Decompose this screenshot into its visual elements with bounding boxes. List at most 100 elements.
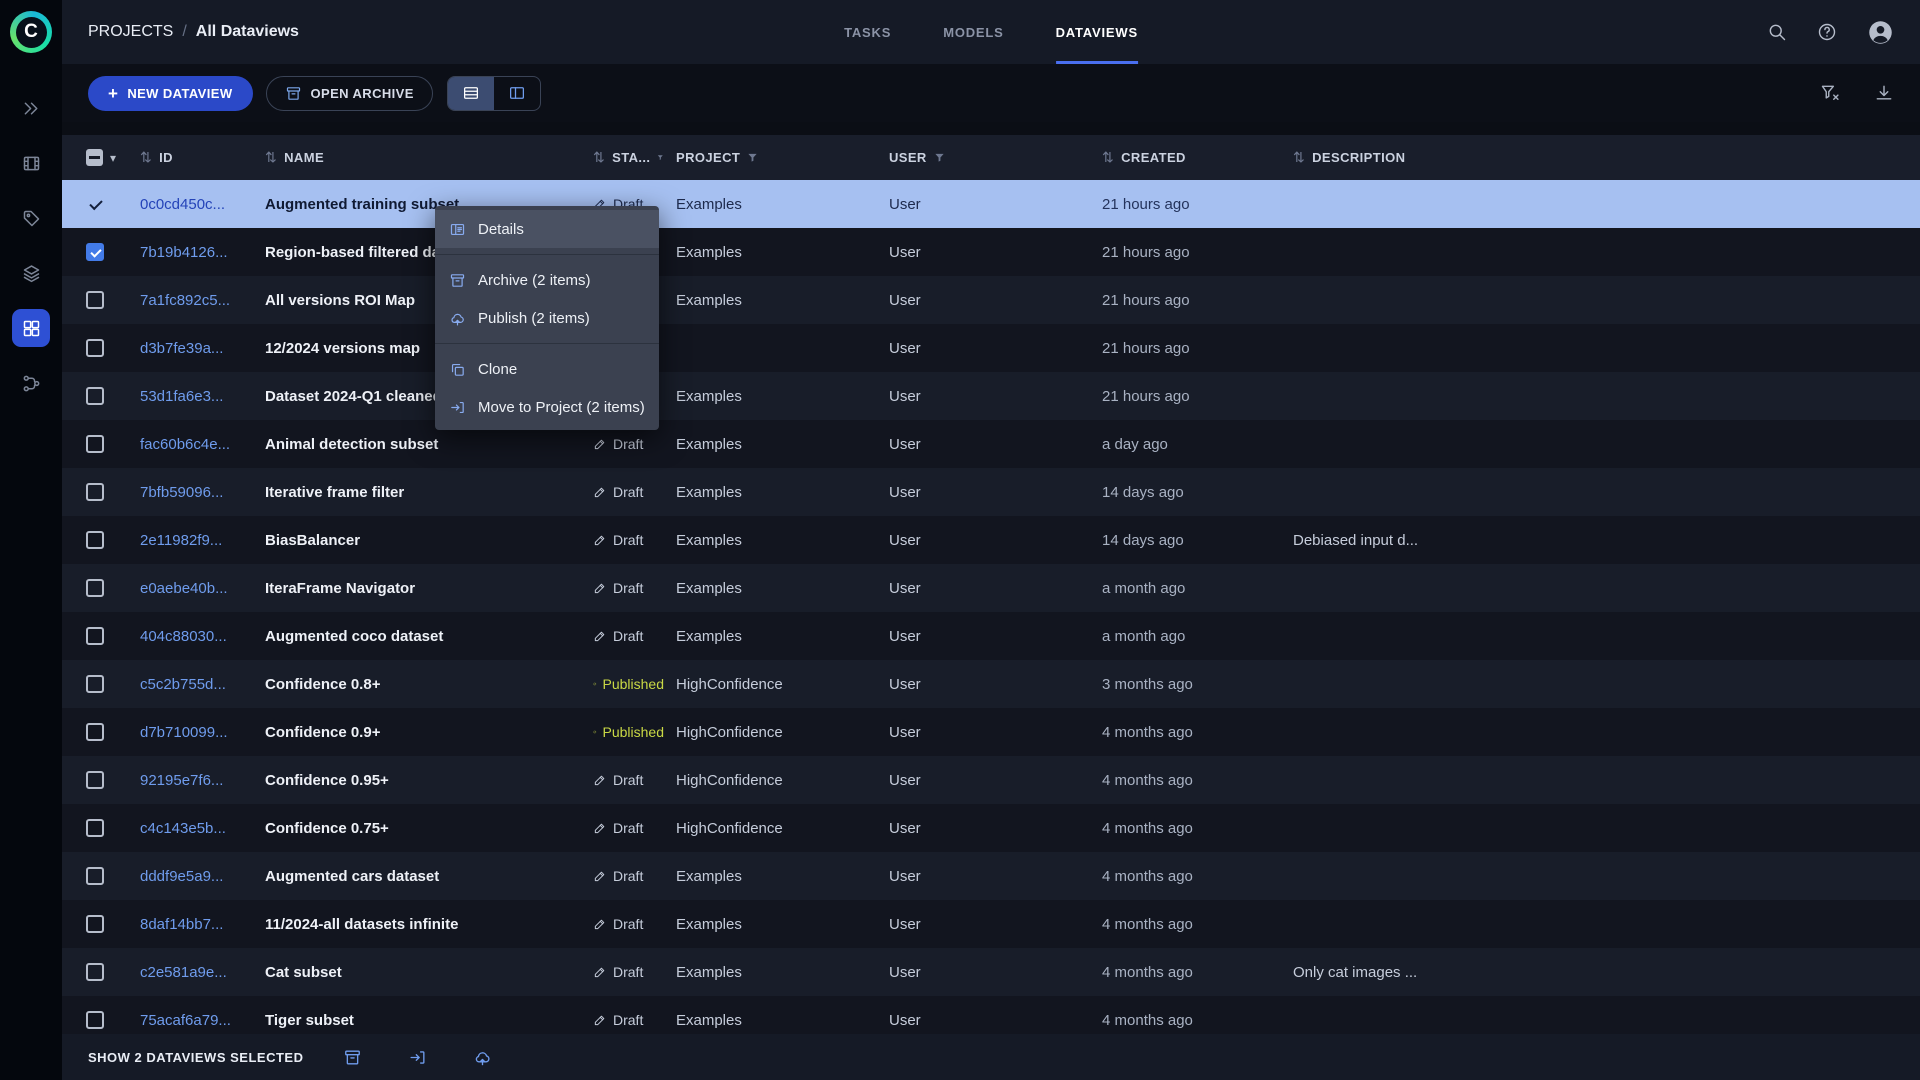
menu-item-publish[interactable]: Publish (2 items) [435, 299, 659, 337]
row-checkbox[interactable] [86, 723, 104, 741]
split-view-toggle[interactable] [494, 77, 540, 110]
sort-icon: ⇅ [140, 149, 153, 165]
menu-divider [435, 254, 659, 255]
table-row[interactable]: 7bfb59096... Iterative frame filter Draft E… [62, 468, 1920, 516]
table-row[interactable]: fac60b6c4e... Animal detection subset Draf… [62, 420, 1920, 468]
row-checkbox[interactable] [86, 627, 104, 645]
row-checkbox[interactable] [86, 675, 104, 693]
table-row[interactable]: 92195e7f6... Confidence 0.95+ Draft HighCon… [62, 756, 1920, 804]
table-row[interactable]: d3b7fe39a...12/2024 versions mapDraftUse… [62, 324, 1920, 372]
row-checkbox[interactable] [86, 867, 104, 885]
sidebar-item-projects[interactable] [12, 89, 50, 127]
row-checkbox[interactable] [86, 387, 104, 405]
table-row[interactable]: dddf9e5a9... Augmented cars dataset Draft E… [62, 852, 1920, 900]
table-row[interactable]: 404c88030... Augmented coco dataset Draft E… [62, 612, 1920, 660]
sidebar-nav [12, 89, 50, 402]
pencil-icon [593, 581, 607, 595]
row-checkbox[interactable] [86, 771, 104, 789]
help-icon[interactable] [1817, 22, 1837, 42]
row-checkbox[interactable] [86, 819, 104, 837]
pencil-icon [593, 869, 607, 883]
menu-item-clone[interactable]: Clone [435, 350, 659, 388]
table-row[interactable]: 53d1fa6e3...Dataset 2024-Q1 cleanedDraft… [62, 372, 1920, 420]
sidebar-item-annotations[interactable] [12, 199, 50, 237]
row-checkbox[interactable] [86, 435, 104, 453]
clearml-logo[interactable]: C [10, 11, 52, 53]
row-checkbox[interactable] [86, 243, 104, 261]
row-checkbox[interactable] [86, 195, 104, 213]
selected-count-label[interactable]: SHOW 2 DATAVIEWS SELECTED [88, 1050, 303, 1065]
row-project: HighConfidence [676, 771, 783, 789]
tab-bar: TASKS MODELS DATAVIEWS [844, 0, 1138, 64]
column-header-name[interactable]: ⇅ NAME [265, 149, 593, 166]
column-header-project[interactable]: PROJECT [676, 150, 889, 165]
column-header-id[interactable]: ⇅ ID [140, 149, 265, 166]
table-row[interactable]: 75acaf6a79... Tiger subset Draft Examples Us… [62, 996, 1920, 1034]
filter-icon[interactable] [657, 152, 664, 163]
footer-move-to-project-button[interactable] [408, 1048, 427, 1067]
table-row[interactable]: 0c0cd450c... Augmented training subset Dra… [62, 180, 1920, 228]
table-row[interactable]: c2e581a9e... Cat subset Draft Examples User 4… [62, 948, 1920, 996]
menu-item-details[interactable]: Details [435, 210, 659, 248]
filter-icon[interactable] [747, 152, 758, 163]
menu-item-label: Publish (2 items) [478, 309, 590, 327]
row-checkbox[interactable] [86, 483, 104, 501]
column-header-status[interactable]: ⇅ STA... [593, 149, 676, 166]
filter-icon[interactable] [934, 152, 945, 163]
row-created: 14 days ago [1102, 531, 1184, 549]
table-row[interactable]: d7b710099... Confidence 0.9+ Published High… [62, 708, 1920, 756]
sidebar-item-hyper-datasets[interactable] [12, 254, 50, 292]
row-checkbox[interactable] [86, 579, 104, 597]
new-dataview-button[interactable]: + NEW DATAVIEW [88, 75, 253, 111]
row-checkbox[interactable] [86, 291, 104, 309]
avatar[interactable] [1867, 19, 1894, 46]
row-checkbox[interactable] [86, 1011, 104, 1029]
row-checkbox[interactable] [86, 531, 104, 549]
table-row[interactable]: c5c2b755d... Confidence 0.8+ Published High… [62, 660, 1920, 708]
row-status: Draft [593, 628, 676, 644]
pencil-icon [593, 773, 607, 787]
sidebar-item-dataviews[interactable] [12, 309, 50, 347]
row-id: dddf9e5a9... [140, 867, 224, 885]
footer-archive-button[interactable] [343, 1048, 362, 1067]
footer-publish-button[interactable] [473, 1048, 492, 1067]
row-project: Examples [676, 579, 742, 597]
menu-item-archive[interactable]: Archive (2 items) [435, 261, 659, 299]
table-header: ▾ ⇅ ID ⇅ NAME ⇅ STA... PROJECT USER ⇅ CR… [62, 135, 1920, 180]
tab-models[interactable]: MODELS [943, 0, 1003, 64]
table-row[interactable]: 7a1fc892c5...All versions ROI MapDraftEx… [62, 276, 1920, 324]
breadcrumb-root[interactable]: PROJECTS [88, 23, 173, 41]
table-row[interactable]: 2e11982f9... BiasBalancer Draft Examples Use… [62, 516, 1920, 564]
column-header-description[interactable]: ⇅ DESCRIPTION [1293, 149, 1920, 166]
tab-dataviews[interactable]: DATAVIEWS [1055, 0, 1138, 64]
sidebar-item-datasets[interactable] [12, 144, 50, 182]
row-checkbox[interactable] [86, 339, 104, 357]
clear-filters-icon[interactable] [1820, 83, 1840, 103]
row-name: Animal detection subset [265, 435, 439, 453]
row-created: 4 months ago [1102, 963, 1193, 981]
row-user: User [889, 531, 921, 549]
row-user: User [889, 915, 921, 933]
column-header-created[interactable]: ⇅ CREATED [1102, 149, 1293, 166]
table-row[interactable]: 8daf14bb7... 11/2024-all datasets infinit… [62, 900, 1920, 948]
column-header-user[interactable]: USER [889, 150, 1102, 165]
row-created: a month ago [1102, 579, 1186, 597]
table-view-toggle[interactable] [447, 76, 494, 110]
tab-tasks[interactable]: TASKS [844, 0, 891, 64]
pencil-icon [593, 437, 607, 451]
sidebar-item-pipelines[interactable] [12, 364, 50, 402]
search-icon[interactable] [1767, 22, 1787, 42]
row-user: User [889, 579, 921, 597]
table-row[interactable]: 7b19b4126...Region-based filtered dataDr… [62, 228, 1920, 276]
chevron-down-icon[interactable]: ▾ [110, 151, 116, 165]
context-menu: Details Archive (2 items) Publish (2 items… [435, 206, 659, 430]
table-row[interactable]: c4c143e5b... Confidence 0.75+ Draft HighCon… [62, 804, 1920, 852]
open-archive-button[interactable]: OPEN ARCHIVE [265, 75, 433, 111]
row-checkbox[interactable] [86, 915, 104, 933]
row-checkbox[interactable] [86, 963, 104, 981]
menu-item-move-to-project[interactable]: Move to Project (2 items) [435, 388, 659, 426]
table-row[interactable]: e0aebe40b... IteraFrame Navigator Draft Exa… [62, 564, 1920, 612]
row-project: Examples [676, 483, 742, 501]
select-all-checkbox[interactable] [86, 149, 103, 166]
download-icon[interactable] [1874, 83, 1894, 103]
